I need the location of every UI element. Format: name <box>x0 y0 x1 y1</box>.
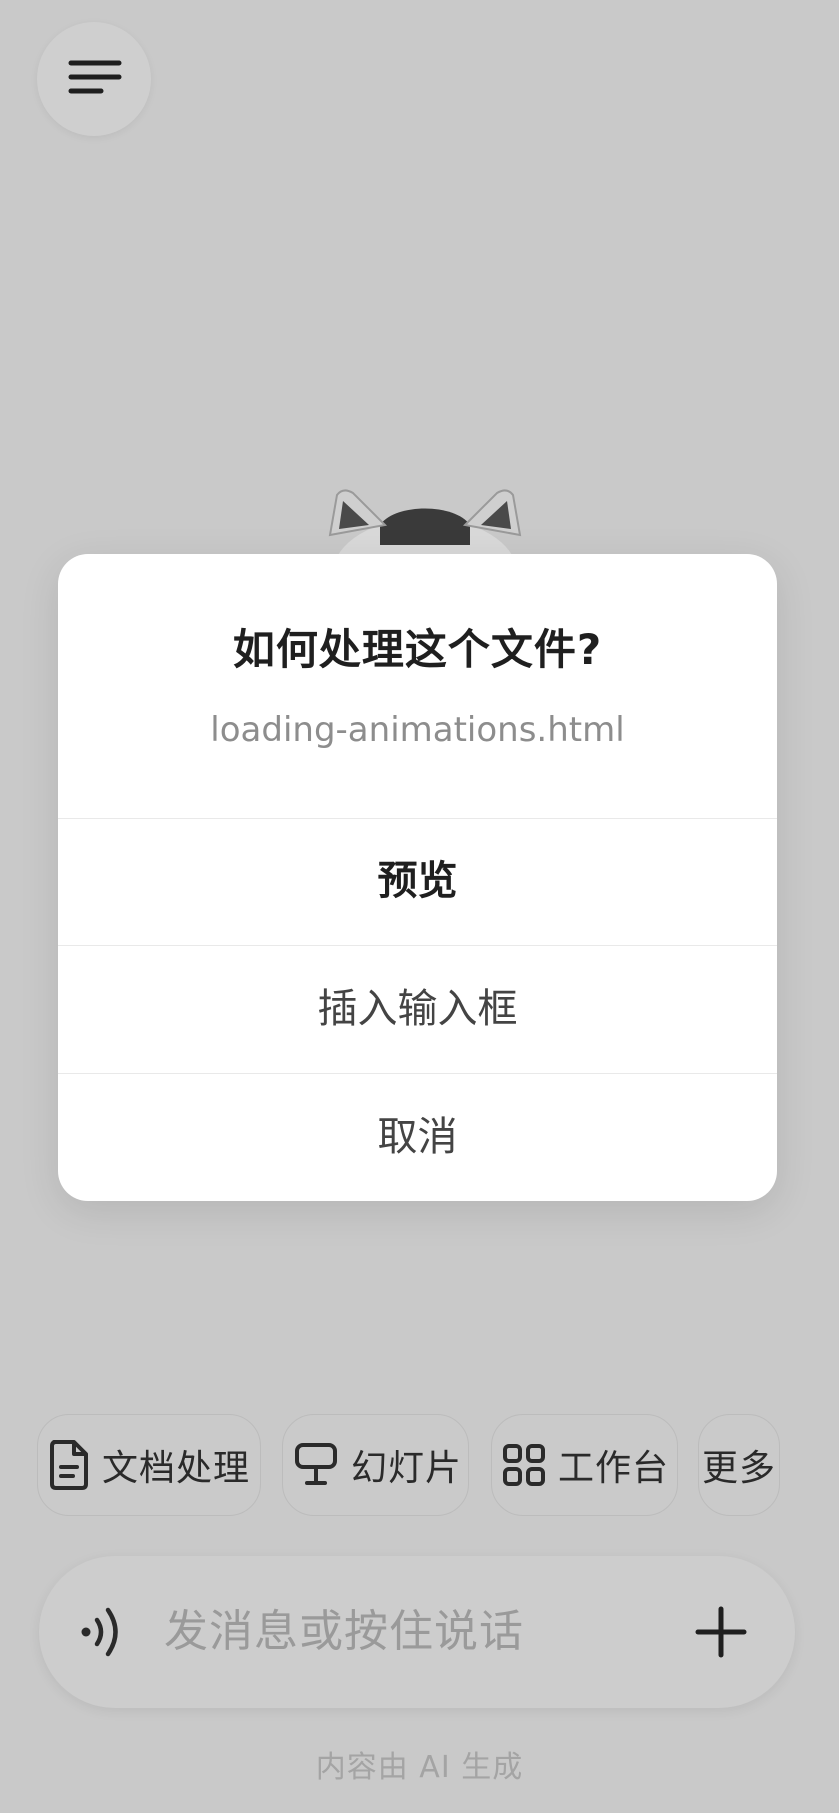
presentation-icon <box>293 1441 339 1489</box>
chip-slides[interactable]: 幻灯片 <box>282 1414 469 1516</box>
preview-button[interactable]: 预览 <box>58 818 777 945</box>
chip-label: 工作台 <box>558 1448 670 1489</box>
ai-disclaimer: 内容由 AI 生成 <box>315 1750 524 1785</box>
document-icon <box>48 1440 90 1490</box>
app-screen: 如何处理这个文件? loading-animations.html 预览 插入输… <box>0 0 839 1813</box>
message-input[interactable]: 发消息或按住说话 <box>164 1556 524 1708</box>
dialog-title: 如何处理这个文件? <box>232 625 603 674</box>
menu-icon <box>68 60 122 94</box>
chip-workbench[interactable]: 工作台 <box>491 1414 678 1516</box>
plus-icon[interactable] <box>695 1606 747 1658</box>
chip-label: 幻灯片 <box>351 1448 463 1489</box>
chip-document-processing[interactable]: 文档处理 <box>37 1414 261 1516</box>
menu-button[interactable] <box>37 22 151 136</box>
insert-input-button[interactable]: 插入输入框 <box>58 946 777 1073</box>
chip-label: 文档处理 <box>102 1448 251 1489</box>
chip-more[interactable]: 更多 <box>698 1414 780 1516</box>
file-action-dialog: 如何处理这个文件? loading-animations.html 预览 插入输… <box>58 554 777 1201</box>
message-input-bar[interactable]: 发消息或按住说话 <box>39 1556 795 1708</box>
dialog-filename: loading-animations.html <box>210 710 625 750</box>
cancel-button[interactable]: 取消 <box>58 1074 777 1201</box>
voice-icon[interactable] <box>79 1603 129 1661</box>
chip-label: 更多 <box>701 1448 776 1489</box>
grid-icon <box>502 1443 546 1487</box>
